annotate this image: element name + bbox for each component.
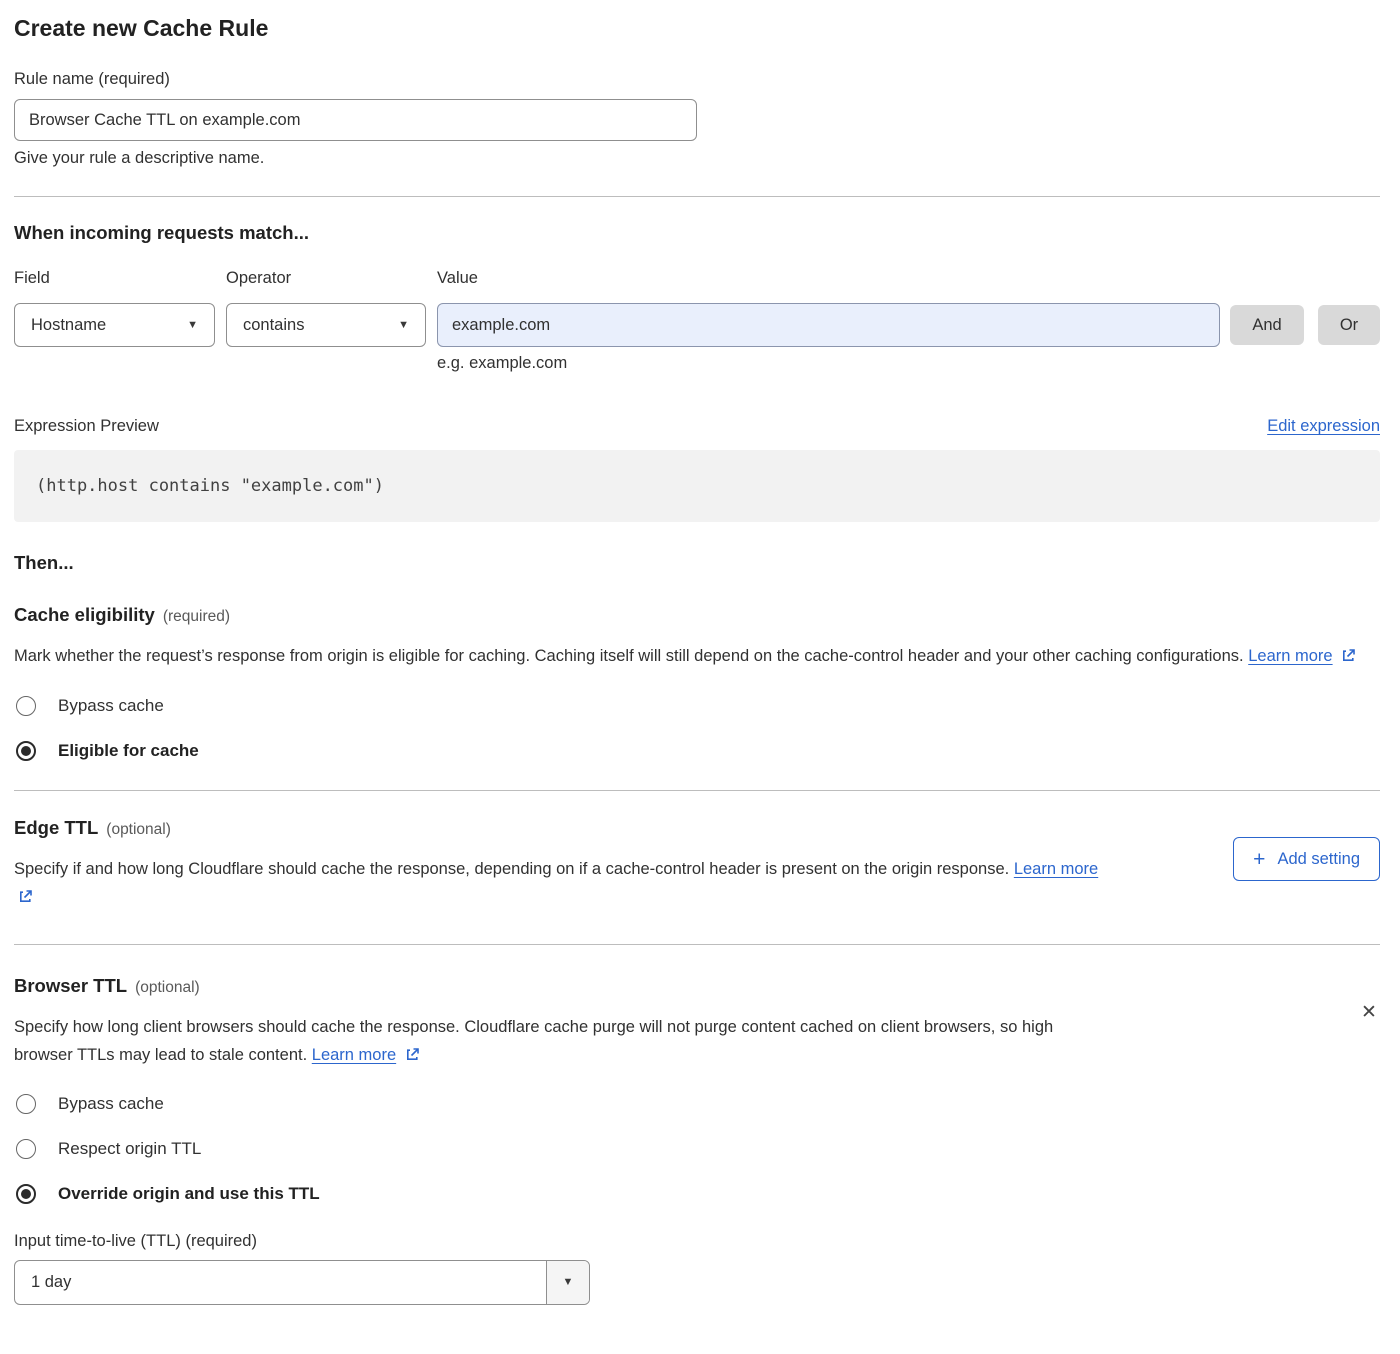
radio-label: Respect origin TTL xyxy=(58,1139,201,1159)
match-value-input[interactable] xyxy=(437,303,1220,347)
page-title: Create new Cache Rule xyxy=(14,14,1380,43)
rule-name-input[interactable] xyxy=(14,99,697,141)
expression-preview-label: Expression Preview xyxy=(14,417,159,436)
browser-ttl-title: Browser TTL xyxy=(14,975,127,996)
chevron-down-icon: ▼ xyxy=(563,1277,574,1288)
external-link-icon xyxy=(18,885,34,913)
operator-select[interactable]: contains ▼ xyxy=(226,303,426,347)
operator-select-value: contains xyxy=(243,316,304,335)
radio-eligible-for-cache[interactable]: Eligible for cache xyxy=(14,741,1380,761)
rule-name-helper: Give your rule a descriptive name. xyxy=(14,149,1380,168)
radio-label: Eligible for cache xyxy=(58,741,199,761)
browser-ttl-learn-more-link[interactable]: Learn more xyxy=(312,1046,396,1064)
cache-eligibility-description-text: Mark whether the request’s response from… xyxy=(14,647,1244,665)
edge-ttl-section: Edge TTL (optional) + Add setting Specify… xyxy=(14,817,1380,913)
create-cache-rule-form: Create new Cache Rule Rule name (require… xyxy=(0,0,1400,1305)
edge-ttl-description-text: Specify if and how long Cloudflare shoul… xyxy=(14,860,1009,878)
edge-ttl-description: Specify if and how long Cloudflare shoul… xyxy=(14,855,1114,913)
ttl-select-value: 1 day xyxy=(31,1273,71,1292)
ttl-input-label: Input time-to-live (TTL) (required) xyxy=(14,1232,1380,1251)
external-link-icon xyxy=(1341,644,1357,672)
ttl-select-arrow-cap[interactable]: ▼ xyxy=(546,1261,589,1304)
browser-ttl-heading: Browser TTL (optional) xyxy=(14,975,1380,999)
rule-name-label: Rule name (required) xyxy=(14,70,1380,89)
divider xyxy=(14,196,1380,197)
divider xyxy=(14,944,1380,945)
match-section-heading: When incoming requests match... xyxy=(14,222,1380,244)
edge-ttl-learn-more-link[interactable]: Learn more xyxy=(1014,860,1098,878)
radio-icon[interactable] xyxy=(16,1139,36,1159)
radio-override-origin-ttl[interactable]: Override origin and use this TTL xyxy=(14,1184,1380,1204)
chevron-down-icon: ▼ xyxy=(187,320,198,331)
expression-code-block: (http.host contains "example.com") xyxy=(14,450,1380,522)
radio-bypass-cache-browser-ttl[interactable]: Bypass cache xyxy=(14,1094,1380,1114)
edge-ttl-title: Edge TTL xyxy=(14,817,98,838)
browser-ttl-description: Specify how long client browsers should … xyxy=(14,1013,1114,1071)
value-example-helper: e.g. example.com xyxy=(437,354,1380,373)
value-column-label: Value xyxy=(437,269,478,288)
plus-icon: + xyxy=(1253,849,1265,870)
edge-ttl-qualifier: (optional) xyxy=(106,821,171,838)
browser-ttl-qualifier: (optional) xyxy=(135,979,200,996)
or-button[interactable]: Or xyxy=(1318,305,1380,345)
external-link-icon xyxy=(405,1043,421,1071)
add-setting-label: Add setting xyxy=(1277,850,1360,869)
browser-ttl-description-text: Specify how long client browsers should … xyxy=(14,1018,1053,1064)
edit-expression-link[interactable]: Edit expression xyxy=(1267,417,1380,436)
cache-eligibility-heading: Cache eligibility (required) xyxy=(14,604,1380,628)
then-heading: Then... xyxy=(14,552,1380,574)
radio-label: Override origin and use this TTL xyxy=(58,1184,320,1204)
radio-bypass-cache-eligibility[interactable]: Bypass cache xyxy=(14,696,1380,716)
radio-respect-origin-ttl[interactable]: Respect origin TTL xyxy=(14,1139,1380,1159)
radio-label: Bypass cache xyxy=(58,1094,164,1114)
cache-eligibility-learn-more-link[interactable]: Learn more xyxy=(1248,647,1332,665)
and-button[interactable]: And xyxy=(1230,305,1304,345)
expression-code: (http.host contains "example.com") xyxy=(36,476,384,496)
cache-eligibility-qualifier: (required) xyxy=(163,608,230,625)
ttl-select[interactable]: 1 day ▼ xyxy=(14,1260,590,1305)
cache-eligibility-title: Cache eligibility xyxy=(14,604,155,625)
radio-label: Bypass cache xyxy=(58,696,164,716)
field-select-value: Hostname xyxy=(31,316,106,335)
field-column-label: Field xyxy=(14,269,226,288)
chevron-down-icon: ▼ xyxy=(398,320,409,331)
operator-column-label: Operator xyxy=(226,269,437,288)
browser-ttl-section: Browser TTL (optional) ✕ Specify how long… xyxy=(14,975,1380,1305)
radio-selected-icon[interactable] xyxy=(16,1184,36,1204)
divider xyxy=(14,790,1380,791)
add-setting-button[interactable]: + Add setting xyxy=(1233,837,1380,881)
edge-ttl-heading: Edge TTL (optional) xyxy=(14,817,1380,841)
radio-icon[interactable] xyxy=(16,1094,36,1114)
close-icon[interactable]: ✕ xyxy=(1358,1002,1380,1024)
field-select[interactable]: Hostname ▼ xyxy=(14,303,215,347)
radio-icon[interactable] xyxy=(16,696,36,716)
cache-eligibility-description: Mark whether the request’s response from… xyxy=(14,642,1362,672)
radio-selected-icon[interactable] xyxy=(16,741,36,761)
